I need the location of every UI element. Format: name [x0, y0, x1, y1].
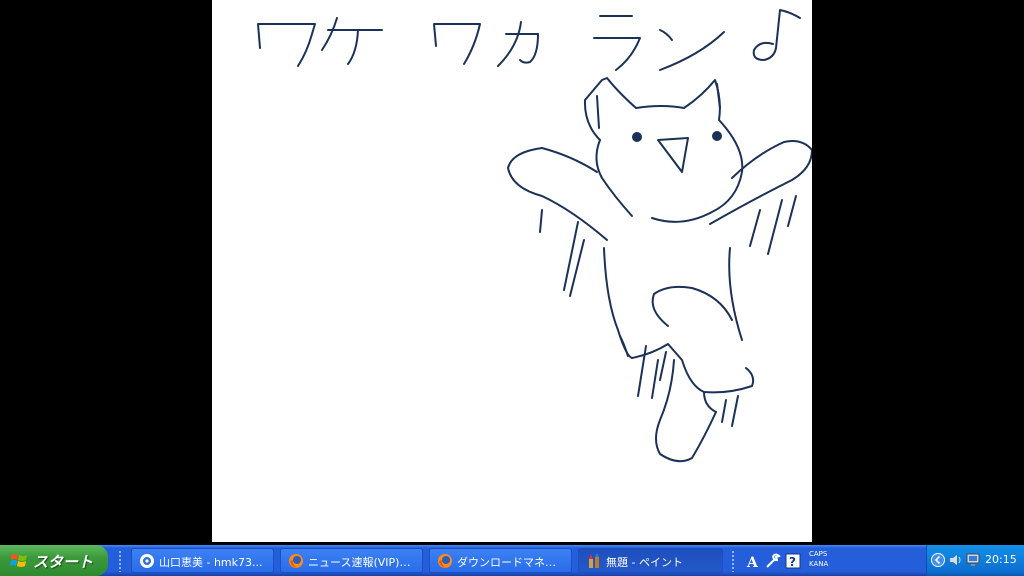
windows-flag-icon [10, 554, 27, 567]
help-icon[interactable]: ? [784, 552, 802, 570]
task-label: 山口恵美 - hmk73... [159, 556, 263, 569]
tool-icon[interactable] [764, 552, 782, 570]
language-bar: A ? [740, 549, 804, 573]
system-tray: 20:15 [926, 545, 1024, 576]
svg-text:A: A [746, 555, 759, 570]
task-messenger[interactable]: 山口恵美 - hmk73... [131, 548, 274, 573]
task-paint[interactable]: 無題 - ペイント [578, 548, 723, 573]
firefox-icon [438, 554, 452, 568]
paint-icon [589, 553, 599, 568]
clock[interactable]: 20:15 [985, 553, 1017, 566]
paint-canvas[interactable] [212, 0, 812, 542]
toolbar-grip[interactable] [731, 550, 735, 572]
show-hidden-icons-button[interactable] [931, 553, 945, 567]
task-label: 無題 - ペイント [606, 556, 683, 569]
network-icon[interactable] [965, 552, 981, 568]
messenger-icon [140, 554, 154, 568]
task-label: ニュース速報(VIP)@... [308, 556, 417, 569]
cat-figure [507, 77, 812, 463]
task-download-manager[interactable]: ダウンロードマネージャ [429, 548, 572, 573]
task-firefox-news[interactable]: ニュース速報(VIP)@... [280, 548, 423, 573]
firefox-icon [289, 554, 303, 568]
handwritten-text [257, 9, 801, 71]
volume-icon[interactable] [949, 553, 963, 567]
ime-mode-icon[interactable]: A [744, 552, 762, 570]
svg-text:?: ? [789, 555, 796, 569]
kana-indicator: KANA [809, 560, 829, 568]
start-label: スタート [33, 553, 94, 571]
taskbar: スタート 山口恵美 - hmk73... ニュース速報(VIP)@... ダウン… [0, 545, 1024, 576]
cat-drawing [257, 9, 812, 463]
taskbar-grip[interactable] [118, 550, 122, 572]
task-label: ダウンロードマネージャ [457, 556, 566, 569]
caps-indicator: CAPS [809, 550, 828, 558]
ime-status[interactable]: CAPS KANA [809, 549, 849, 573]
start-button[interactable]: スタート [0, 545, 108, 576]
